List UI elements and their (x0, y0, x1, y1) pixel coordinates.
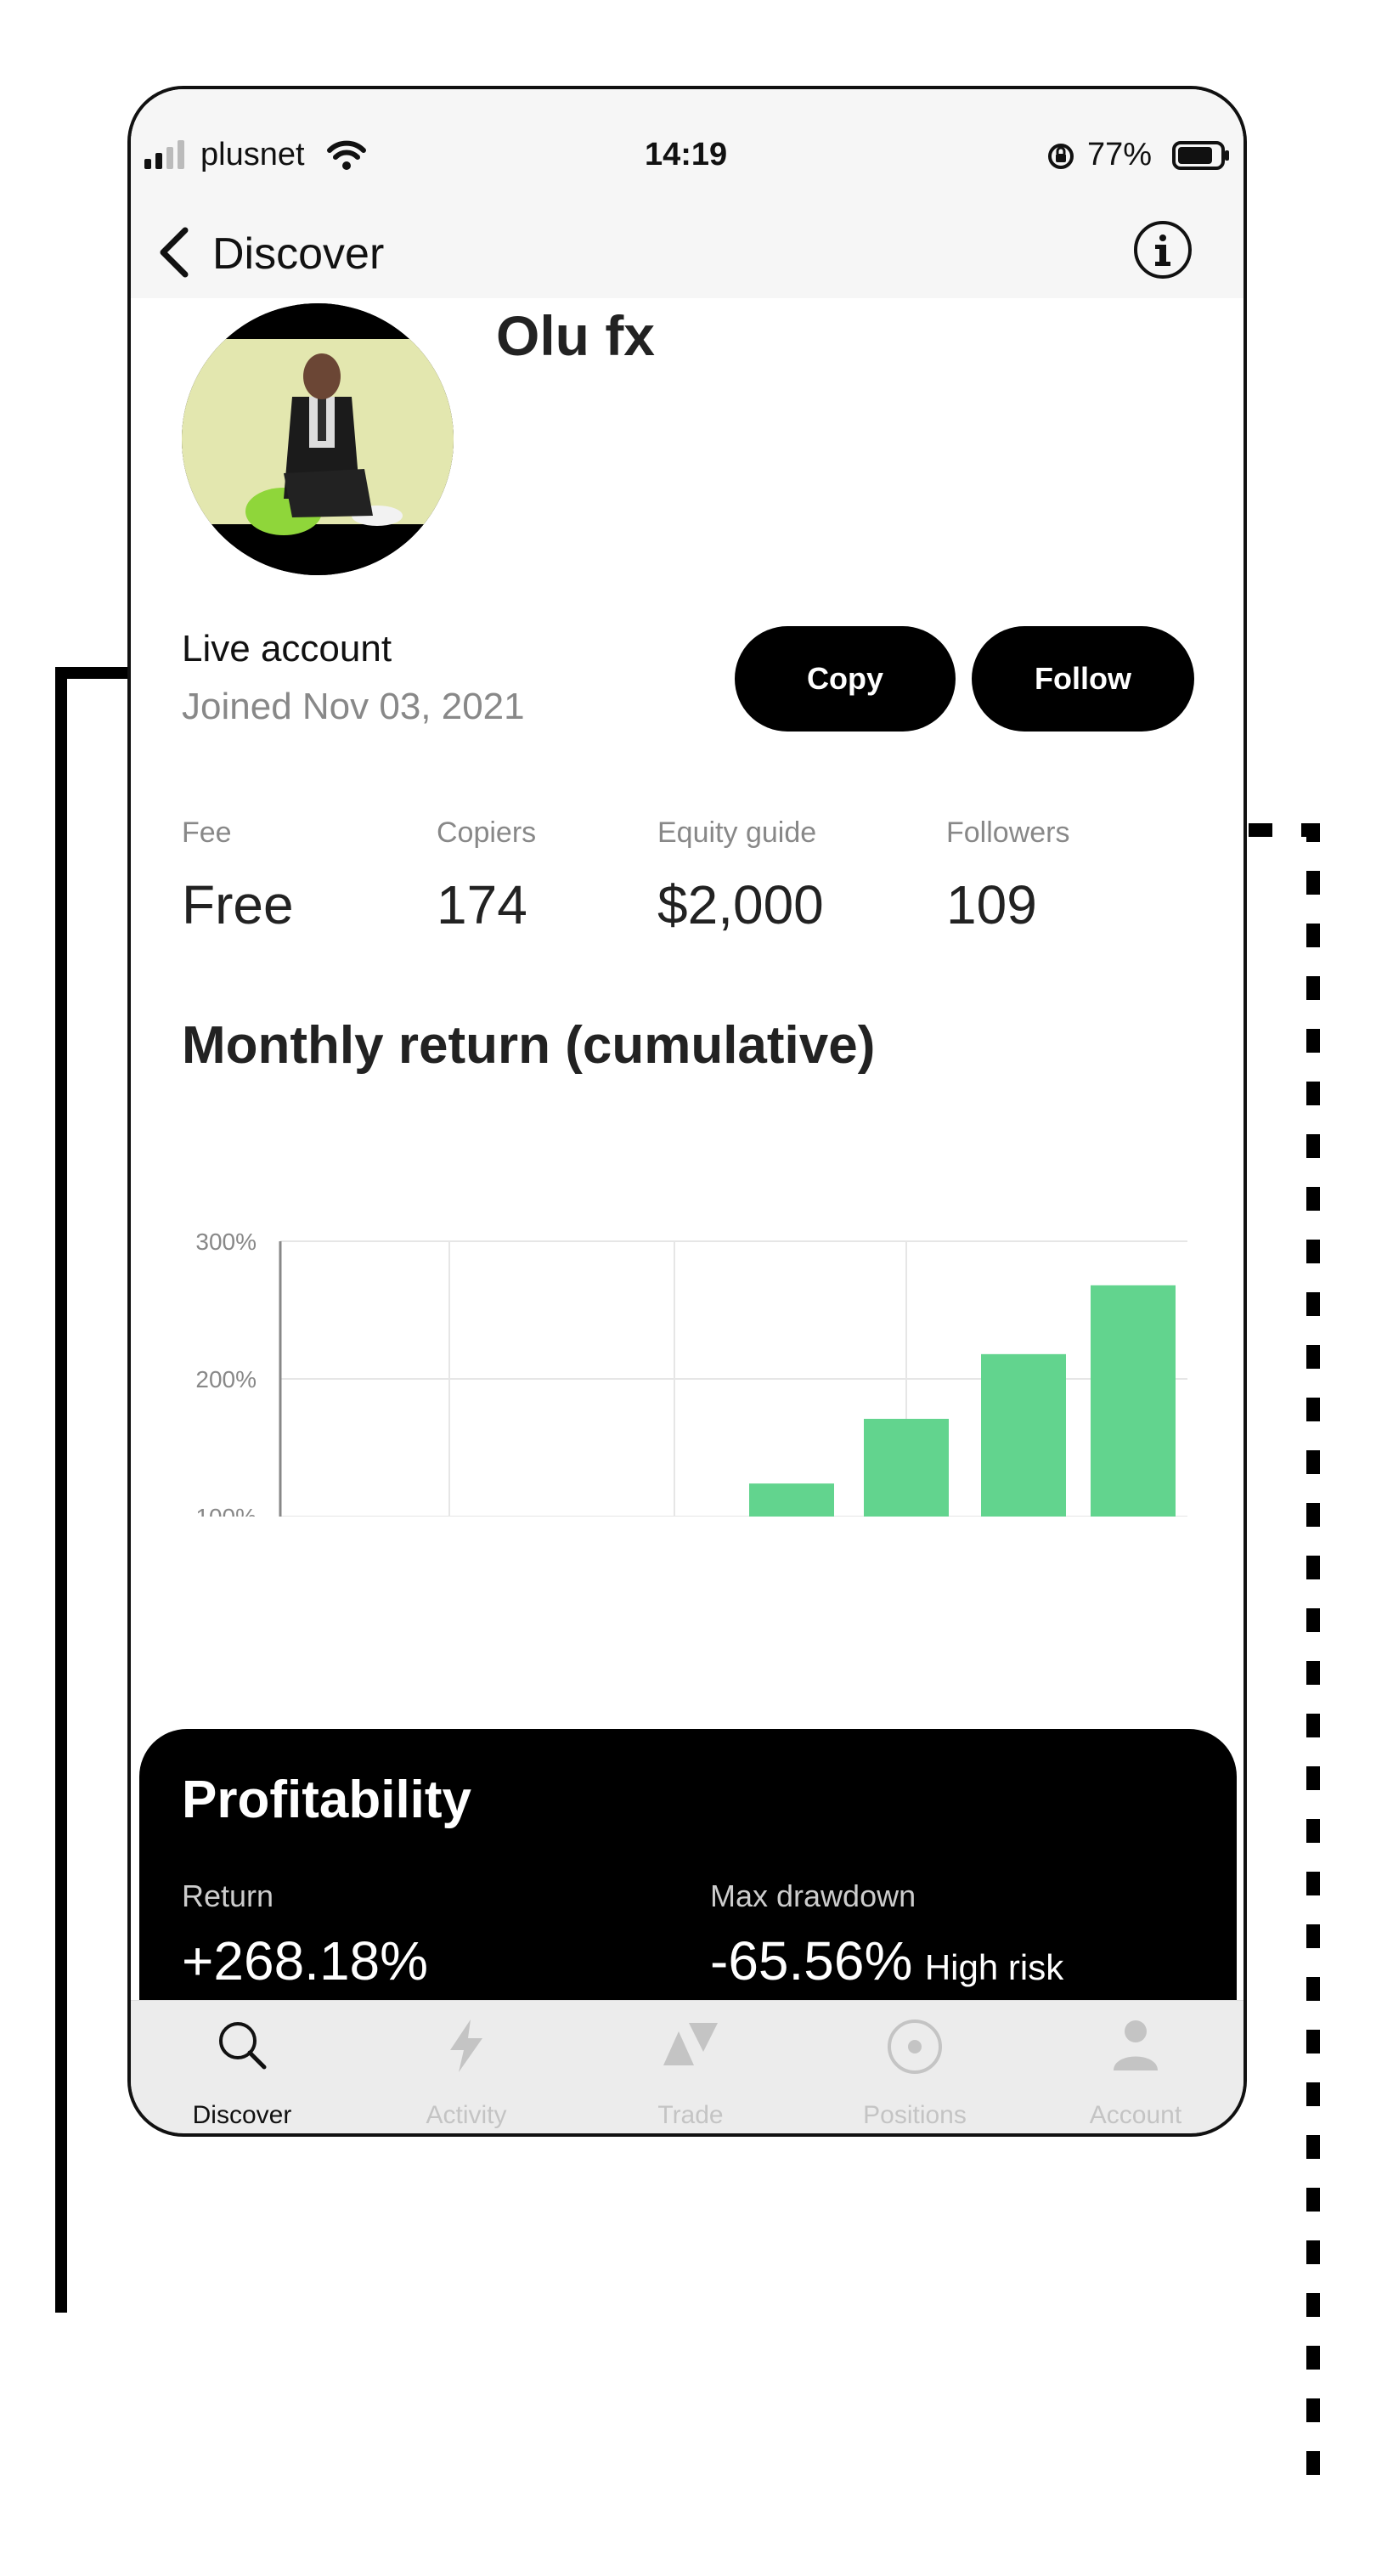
status-time: 14:19 (645, 137, 728, 172)
y-tick-label: 200% (195, 1366, 257, 1393)
stat-copiers: Copiers 174 (437, 816, 536, 936)
drawdown-value: -65.56% High risk (710, 1929, 1063, 1992)
stat-label: Equity guide (657, 816, 817, 849)
chart-bar (981, 1353, 1066, 1517)
chart-bar (1091, 1285, 1176, 1517)
return-label: Return (182, 1878, 274, 1913)
tab-activity[interactable]: Activity (355, 2001, 578, 2133)
profitability-title: Profitability (182, 1771, 472, 1829)
tab-bar: Discover Activity Trade Positions Accoun… (131, 2000, 1243, 2133)
positions-icon (888, 2020, 942, 2074)
y-tick-label: 300% (195, 1229, 257, 1255)
orientation-lock-icon (1048, 144, 1074, 169)
tab-label: Trade (657, 2101, 724, 2129)
info-icon (1134, 221, 1192, 279)
joined-date: Joined Nov 03, 2021 (182, 686, 525, 727)
stat-followers: Followers 109 (946, 816, 1069, 936)
y-tick-label: 100% (195, 1504, 257, 1517)
back-button[interactable]: Discover (156, 218, 411, 286)
signal-icon (144, 140, 184, 169)
stat-fee: Fee Free (182, 816, 294, 936)
stat-value: Free (182, 874, 294, 935)
return-value: +268.18% (182, 1930, 429, 1991)
info-button[interactable] (1133, 220, 1193, 280)
battery-percent: 77% (1087, 137, 1153, 172)
tab-label: Positions (863, 2101, 967, 2129)
chart-title: Monthly return (cumulative) (182, 1016, 876, 1075)
tab-label: Activity (426, 2101, 507, 2129)
stat-value: 109 (946, 874, 1037, 935)
monthly-return-chart: 0%100%200%300%Sep 21Nov 21Jan 22Mar 22 (195, 1229, 1187, 1517)
tab-discover[interactable]: Discover (131, 2001, 353, 2133)
risk-label: High risk (924, 1947, 1064, 1987)
avatar-photo (182, 303, 454, 575)
back-label: Discover (212, 229, 385, 279)
lightning-icon (450, 2020, 482, 2072)
copy-button[interactable]: Copy (735, 626, 956, 732)
chevron-left-icon (160, 227, 189, 278)
chart-bar (749, 1483, 834, 1517)
drawdown-label: Max drawdown (710, 1878, 916, 1913)
search-icon (219, 2022, 267, 2070)
stat-equity-guide: Equity guide $2,000 (657, 816, 824, 936)
account-type: Live account (182, 628, 392, 669)
tab-label: Account (1089, 2101, 1182, 2129)
person-icon (1114, 2020, 1158, 2070)
tab-trade[interactable]: Trade (579, 2001, 802, 2133)
chart-bar (864, 1418, 949, 1517)
battery-icon (1172, 141, 1229, 170)
trader-name: Olu fx (496, 304, 656, 367)
stat-label: Followers (946, 816, 1070, 849)
stat-value: 174 (437, 874, 527, 935)
tab-positions[interactable]: Positions (804, 2001, 1026, 2133)
follow-button-label: Follow (1035, 661, 1131, 696)
tab-label: Discover (192, 2101, 292, 2129)
nav-bar: Discover (131, 208, 1243, 298)
trade-icon (663, 2023, 718, 2065)
wifi-icon (327, 140, 366, 170)
drawdown-percent: -65.56% (710, 1930, 913, 1991)
tab-account[interactable]: Account (1024, 2001, 1243, 2133)
phone-frame: plusnet 14:19 77% Discover Olu fx Live a… (127, 86, 1247, 2137)
avatar (182, 303, 454, 575)
stat-label: Copiers (437, 816, 537, 849)
status-bar: plusnet 14:19 77% (131, 89, 1243, 208)
copy-button-label: Copy (807, 661, 883, 696)
follow-button[interactable]: Follow (972, 626, 1194, 732)
carrier-name: plusnet (200, 137, 305, 172)
stat-value: $2,000 (657, 874, 824, 935)
stat-label: Fee (182, 816, 232, 849)
